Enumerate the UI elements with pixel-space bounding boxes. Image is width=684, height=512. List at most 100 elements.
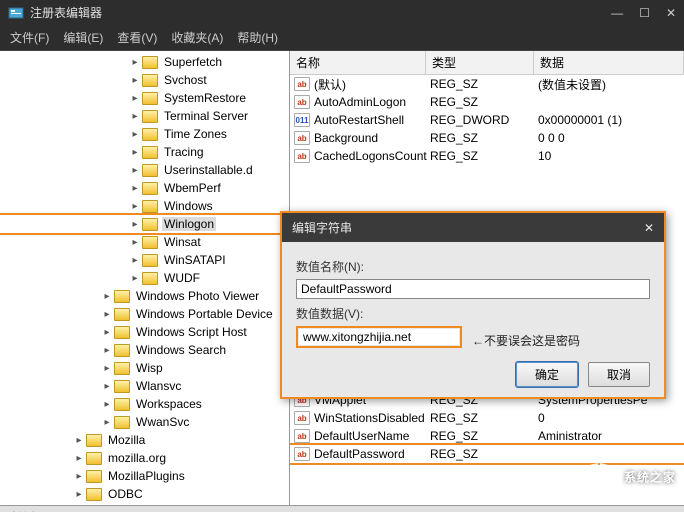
value-row[interactable]: abCachedLogonsCountREG_SZ10 [290, 147, 684, 165]
expand-icon[interactable]: ▸ [100, 381, 114, 392]
tree-node[interactable]: ▸ Windows Portable Device [0, 305, 289, 323]
tree-node[interactable]: ▸ Wisp [0, 359, 289, 377]
string-icon: ab [294, 95, 310, 109]
expand-icon[interactable]: ▸ [128, 273, 142, 284]
expand-icon[interactable]: ▸ [72, 453, 86, 464]
maximize-button[interactable]: ☐ [639, 6, 650, 20]
ok-button[interactable]: 确定 [516, 362, 578, 387]
value-data: Aministrator [538, 429, 684, 443]
value-row[interactable]: 011AutoRestartShellREG_DWORD0x00000001 (… [290, 111, 684, 129]
tree-node[interactable]: ▸ Time Zones [0, 125, 289, 143]
value-name: (默认) [314, 76, 430, 93]
tree-node[interactable]: ▸ Mozilla [0, 431, 289, 449]
expand-icon[interactable]: ▸ [128, 237, 142, 248]
tree-node[interactable]: ▸Winsat [0, 233, 289, 251]
expand-icon[interactable]: ▸ [72, 471, 86, 482]
tree-node[interactable]: ▸ WinSATAPI [0, 251, 289, 269]
value-data: 0x00000001 (1) [538, 113, 684, 127]
tree-node[interactable]: ▸Windows [0, 197, 289, 215]
value-row[interactable]: abBackgroundREG_SZ0 0 0 [290, 129, 684, 147]
expand-icon[interactable]: ▸ [128, 147, 142, 158]
minimize-button[interactable]: — [611, 6, 623, 20]
status-bar: 计算机\HKEY_LOCAL_MACHINE\SOFTWARE\Microsof… [0, 505, 684, 512]
tree-label: Windows Portable Device [134, 307, 275, 321]
tree-node[interactable]: ▸WwanSvc [0, 413, 289, 431]
col-type[interactable]: 类型 [426, 51, 534, 74]
col-data[interactable]: 数据 [534, 51, 684, 74]
col-name[interactable]: 名称 [290, 51, 426, 74]
folder-icon [142, 74, 158, 87]
value-row[interactable]: abAutoAdminLogonREG_SZ [290, 93, 684, 111]
expand-icon[interactable]: ▸ [72, 435, 86, 446]
folder-icon [142, 110, 158, 123]
menu-file[interactable]: 文件(F) [10, 29, 49, 46]
tree-node[interactable]: ▸WUDF [0, 269, 289, 287]
expand-icon[interactable]: ▸ [100, 345, 114, 356]
value-name-label: 数值名称(N): [296, 258, 650, 275]
dialog-close-icon[interactable]: ✕ [644, 221, 654, 235]
tree-node[interactable]: ▸Windows Search [0, 341, 289, 359]
expand-icon[interactable]: ▸ [100, 291, 114, 302]
tree-node[interactable]: ▸Winlogon [0, 215, 289, 233]
expand-icon[interactable]: ▸ [100, 309, 114, 320]
expand-icon[interactable]: ▸ [128, 201, 142, 212]
tree-node[interactable]: ▸Userinstallable.d [0, 161, 289, 179]
tree-node[interactable]: ▸ MozillaPlugins [0, 467, 289, 485]
value-row[interactable]: abWinStationsDisabledREG_SZ0 [290, 409, 684, 427]
value-data: 0 0 0 [538, 131, 684, 145]
tree-label: mozilla.org [106, 451, 168, 465]
close-button[interactable]: ✕ [666, 6, 676, 20]
value-row[interactable]: abDefaultUserNameREG_SZAministrator [290, 427, 684, 445]
string-icon: ab [294, 411, 310, 425]
value-type: REG_SZ [430, 429, 538, 443]
folder-icon [86, 470, 102, 483]
tree-label: Time Zones [162, 127, 229, 141]
annotation-text: ←不要误会这是密码 [472, 332, 580, 349]
expand-icon[interactable]: ▸ [100, 327, 114, 338]
folder-icon [114, 326, 130, 339]
expand-icon[interactable]: ▸ [128, 129, 142, 140]
tree-node[interactable]: ▸Terminal Server [0, 107, 289, 125]
expand-icon[interactable]: ▸ [100, 363, 114, 374]
expand-icon[interactable]: ▸ [72, 489, 86, 500]
expand-icon[interactable]: ▸ [128, 93, 142, 104]
tree-node[interactable]: ▸ mozilla.org [0, 449, 289, 467]
tree-node[interactable]: ▸WbemPerf [0, 179, 289, 197]
menu-edit[interactable]: 编辑(E) [63, 29, 103, 46]
tree-node[interactable]: ▸ODBC [0, 485, 289, 503]
expand-icon[interactable]: ▸ [100, 417, 114, 428]
tree-label: MozillaPlugins [106, 469, 187, 483]
tree-node[interactable]: ▸Superfetch [0, 53, 289, 71]
value-data: 10 [538, 149, 684, 163]
value-name-input[interactable] [296, 279, 650, 299]
cancel-button[interactable]: 取消 [588, 362, 650, 387]
tree-node[interactable]: ▸ Windows Script Host [0, 323, 289, 341]
folder-icon [114, 398, 130, 411]
tree-node[interactable]: ▸Windows Photo Viewer [0, 287, 289, 305]
expand-icon[interactable]: ▸ [100, 399, 114, 410]
expand-icon[interactable]: ▸ [128, 111, 142, 122]
registry-tree[interactable]: ▸Superfetch▸Svchost▸SystemRestore▸Termin… [0, 51, 290, 505]
tree-label: Mozilla [106, 433, 147, 447]
tree-label: Wisp [134, 361, 165, 375]
menu-view[interactable]: 查看(V) [117, 29, 157, 46]
tree-node[interactable]: ▸SystemRestore [0, 89, 289, 107]
tree-node[interactable]: ▸Wlansvc [0, 377, 289, 395]
menu-help[interactable]: 帮助(H) [237, 29, 278, 46]
tree-node[interactable]: ▸Workspaces [0, 395, 289, 413]
menu-favorites[interactable]: 收藏夹(A) [171, 29, 223, 46]
tree-node[interactable]: ▸Tracing [0, 143, 289, 161]
expand-icon[interactable]: ▸ [128, 219, 142, 230]
tree-node[interactable]: ▸Svchost [0, 71, 289, 89]
expand-icon[interactable]: ▸ [128, 165, 142, 176]
expand-icon[interactable]: ▸ [128, 57, 142, 68]
value-data: (数值未设置) [538, 76, 684, 93]
tree-label: WinSATAPI [162, 253, 228, 267]
value-row[interactable]: ab(默认)REG_SZ(数值未设置) [290, 75, 684, 93]
expand-icon[interactable]: ▸ [128, 183, 142, 194]
value-row[interactable]: abDefaultPasswordREG_SZ [290, 445, 684, 463]
expand-icon[interactable]: ▸ [128, 255, 142, 266]
expand-icon[interactable]: ▸ [128, 75, 142, 86]
tree-label: Windows Script Host [134, 325, 249, 339]
value-data-input[interactable] [299, 329, 459, 345]
